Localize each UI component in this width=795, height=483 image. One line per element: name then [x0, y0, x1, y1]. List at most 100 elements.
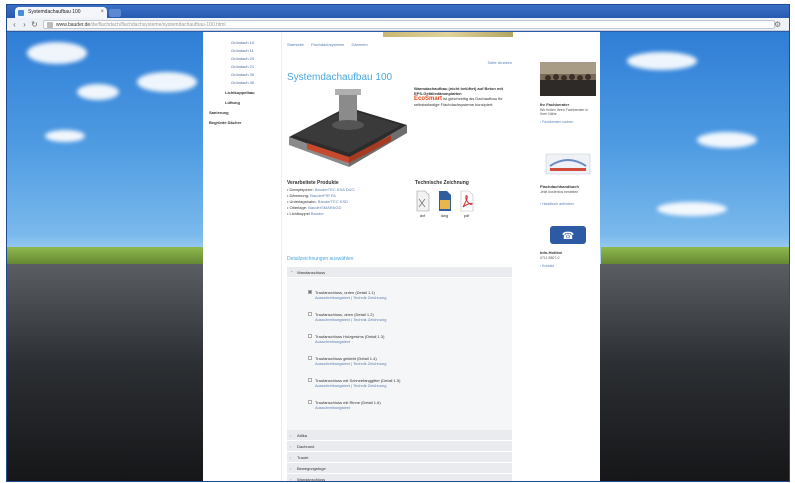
- nav-item[interactable]: Lichtkuppelbau: [225, 90, 255, 95]
- variant-item: Traufanschluss Holzgesims (Detail 1.3) A…: [308, 334, 485, 344]
- cloud-decoration: [27, 42, 87, 64]
- product-link[interactable]: BauderTEC KSD: [318, 199, 348, 204]
- accordion-header[interactable]: Traufe: [287, 452, 512, 463]
- dxf-file-icon[interactable]: dxf: [415, 190, 430, 218]
- accordion-header[interactable]: Attika: [287, 430, 512, 441]
- variant-links[interactable]: Ausschreibungstext | Technik Zeichnung: [315, 295, 485, 300]
- nav-item[interactable]: Begrünte Dächer: [209, 120, 241, 125]
- accordion-header[interactable]: Dachrand: [287, 441, 512, 452]
- title-bar: Systemdachaufbau 100 ×: [7, 5, 789, 18]
- variant-links[interactable]: Ausschreibungstext | Technik Zeichnung: [315, 361, 485, 366]
- breadcrumb-item[interactable]: Flachdachsysteme: [311, 42, 344, 47]
- browser-window: Systemdachaufbau 100 × ‹ › ↻ www.bauder.…: [6, 4, 790, 482]
- print-link[interactable]: Seite drucken: [488, 60, 512, 65]
- drawing-heading: Technische Zeichnung: [415, 180, 469, 186]
- favicon-icon: [18, 10, 24, 16]
- forward-icon[interactable]: ›: [20, 20, 29, 29]
- product-list: Dampfsperre: BauderTEC KSA DUO Dämmung: …: [287, 187, 407, 217]
- roof-section-image: [287, 87, 409, 169]
- dwg-file-icon[interactable]: dwg: [437, 190, 452, 218]
- url-path: /de/flachdach/flachdachsysteme/systemdac…: [90, 22, 226, 28]
- accordion-header[interactable]: Bewegungsfuge: [287, 463, 512, 474]
- url-host: www.bauder.de: [56, 22, 91, 28]
- cloud-decoration: [697, 132, 757, 148]
- address-bar[interactable]: www.bauder.de/de/flachdach/flachdachsyst…: [43, 20, 775, 29]
- breadcrumb: Startseite Flachdachsysteme Dämmen: [287, 42, 374, 47]
- variant-selector[interactable]: [308, 290, 312, 294]
- variant-selector[interactable]: [308, 378, 312, 382]
- detail-accordion: Wandanschluss Traufanschluss, unten (Det…: [287, 265, 512, 481]
- wrench-icon[interactable]: ⚙: [774, 20, 783, 29]
- variant-item: Traufanschluss, oben (Detail 1.2) Aussch…: [308, 312, 485, 322]
- pdf-file-icon[interactable]: pdf: [459, 190, 474, 218]
- back-icon[interactable]: ‹: [10, 20, 19, 29]
- browser-toolbar: ‹ › ↻ www.bauder.de/de/flachdach/flachda…: [7, 18, 789, 31]
- page-viewport: Gründach 10 Gründach 11 Gründach 20 Grün…: [7, 32, 789, 481]
- description-heading: Warmdachaufbau (nicht belüftet) auf Beto…: [414, 86, 503, 96]
- products-heading: Verarbeitete Produkte: [287, 180, 339, 186]
- product-item: Lichtkuppel Bauder: [287, 211, 407, 217]
- product-link[interactable]: BauderPIR FA: [310, 193, 336, 198]
- header-image-strip: [383, 32, 513, 37]
- page-container: Gründach 10 Gründach 11 Gründach 20 Grün…: [203, 32, 600, 481]
- tab-title: Systemdachaufbau 100: [28, 9, 81, 15]
- variant-links[interactable]: Ausschreibungstext: [315, 339, 485, 344]
- breadcrumb-item[interactable]: Dämmen: [352, 42, 368, 47]
- left-navigation: Gründach 10 Gründach 11 Gründach 20 Grün…: [203, 32, 282, 481]
- nav-item[interactable]: Gründach 11: [231, 48, 254, 53]
- handbook-link[interactable]: › Handbuch anfordern: [540, 202, 574, 206]
- breadcrumb-item[interactable]: Startseite: [287, 42, 304, 47]
- handbook-text: Jetzt kostenlos bestellen: [540, 190, 579, 194]
- hotline-text: 0711 8807-0: [540, 256, 560, 260]
- nav-item[interactable]: Gründach 20: [231, 56, 254, 61]
- variant-links[interactable]: Ausschreibungstext | Technik Zeichnung: [315, 383, 485, 388]
- hotline-logo-image[interactable]: ☎: [540, 224, 596, 246]
- nav-item[interactable]: Gründach 40: [231, 80, 254, 85]
- nav-item[interactable]: Gründach 30: [231, 72, 254, 77]
- variant-item: Traufanschluss, unten (Detail 1.1) Aussc…: [308, 290, 485, 300]
- variant-selector[interactable]: [308, 400, 312, 404]
- handbook-image[interactable]: [540, 150, 596, 178]
- browser-tab[interactable]: Systemdachaufbau 100 ×: [15, 7, 107, 18]
- team-photo-image[interactable]: [540, 62, 596, 96]
- advisor-link[interactable]: › Fachberater suchen: [540, 120, 573, 124]
- new-tab-button[interactable]: [109, 9, 121, 17]
- variant-item: Traufanschluss mit Rinne (Detail 1.6) Au…: [308, 400, 485, 410]
- advisor-text: Wir finden Ihren Fachberater in Ihrer Nä…: [540, 108, 589, 116]
- page-icon: [47, 22, 53, 28]
- close-tab-icon[interactable]: ×: [100, 7, 104, 18]
- variant-item: Traufanschluss mit Schneefanggitter (Det…: [308, 378, 485, 388]
- drawing-downloads: dxf dwg pdf: [415, 190, 495, 222]
- cloud-decoration: [627, 52, 697, 70]
- product-link[interactable]: Bauder: [311, 211, 324, 216]
- variant-selector[interactable]: [308, 334, 312, 338]
- hotline-link[interactable]: › Kontakt: [540, 264, 554, 268]
- accordion-header-wandanschluss[interactable]: Wandanschluss: [287, 265, 512, 278]
- variant-item: Traufanschluss geklebt (Detail 1.4) Auss…: [308, 356, 485, 366]
- nav-item[interactable]: Gründach 10: [231, 40, 254, 45]
- handbook-title: Flachdachhandbuch: [540, 184, 579, 189]
- variant-selector[interactable]: [308, 356, 312, 360]
- accordion-header[interactable]: Wandanschluss: [287, 474, 512, 481]
- advisor-title: Ihr Fachberater: [540, 102, 570, 107]
- page-title: Systemdachaufbau 100: [287, 72, 393, 83]
- details-heading[interactable]: Detailzeichnungen auswählen: [287, 256, 353, 262]
- product-link[interactable]: BauderTEC KSA DUO: [315, 187, 355, 192]
- cloud-decoration: [137, 72, 197, 92]
- cloud-decoration: [77, 84, 119, 100]
- variant-links[interactable]: Ausschreibungstext | Technik Zeichnung: [315, 317, 485, 322]
- product-description: Warmdachaufbau (nicht belüftet) auf Beto…: [414, 86, 510, 107]
- product-link[interactable]: BauderSMARAGD: [308, 205, 341, 210]
- svg-text:☎: ☎: [562, 231, 574, 242]
- reload-icon[interactable]: ↻: [30, 20, 39, 29]
- accordion-panel: Traufanschluss, unten (Detail 1.1) Aussc…: [287, 278, 512, 430]
- cloud-decoration: [657, 202, 727, 216]
- nav-item[interactable]: Lüftung: [225, 100, 240, 105]
- main-content: Startseite Flachdachsysteme Dämmen Seite…: [283, 32, 516, 481]
- variant-links[interactable]: Ausschreibungstext: [315, 405, 485, 410]
- nav-item[interactable]: Sanierung: [209, 110, 229, 115]
- hotline-title: Info-Hotline: [540, 250, 563, 255]
- right-sidebar: Ihr Fachberater Wir finden Ihren Fachber…: [536, 32, 600, 481]
- variant-selector[interactable]: [308, 312, 312, 316]
- nav-item[interactable]: Gründach 21: [231, 64, 254, 69]
